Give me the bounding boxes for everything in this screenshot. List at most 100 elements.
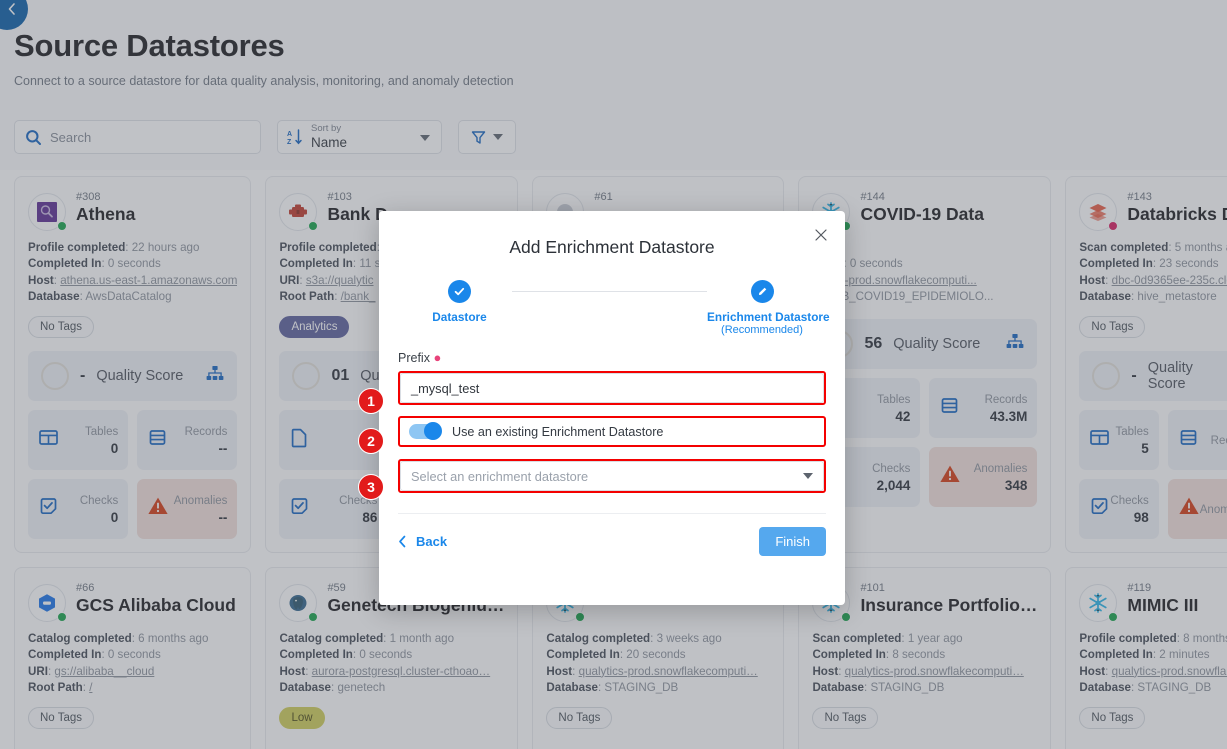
- datastore-card[interactable]: #308 Athena Profile completed: 22 hours …: [14, 176, 252, 553]
- existing-datastore-toggle[interactable]: [409, 422, 442, 440]
- stat-tile[interactable]: Records: [1167, 409, 1227, 470]
- records-icon: [939, 395, 960, 421]
- quality-score-panel[interactable]: - Quality Score: [1079, 350, 1227, 401]
- step-enrichment[interactable]: Enrichment Datastore (Recommended): [707, 280, 830, 336]
- card-meta-value: 0 seconds: [849, 257, 903, 271]
- modal-footer: Back Finish: [379, 514, 845, 556]
- stat-tile[interactable]: Anomalies 348: [929, 446, 1038, 507]
- card-meta-row: Host: qualytics-prod.snowflakecomputi…: [546, 664, 758, 678]
- filter-button[interactable]: [458, 120, 516, 154]
- stat-tile[interactable]: Records 43.3M: [929, 377, 1038, 438]
- datastore-card[interactable]: #119 MIMIC III Profile completed: 8 mont…: [1065, 566, 1227, 749]
- card-tag[interactable]: No Tags: [1079, 315, 1146, 338]
- card-tag[interactable]: No Tags: [812, 706, 879, 729]
- datastore-card[interactable]: #66 GCS Alibaba Cloud Catalog completed:…: [14, 566, 252, 749]
- step-enrichment-icon: [750, 280, 774, 303]
- card-meta-row: Host: aurora-postgresql.cluster-cthoao…: [279, 664, 491, 678]
- enrichment-datastore-select-placeholder: Select an enrichment datastore: [411, 468, 589, 484]
- card-tag[interactable]: No Tags: [546, 706, 613, 729]
- card-meta-key: Profile completed: [279, 241, 377, 254]
- avatar: [279, 583, 319, 622]
- card-title[interactable]: GCS Alibaba Cloud: [76, 595, 237, 617]
- records-icon: [1178, 427, 1199, 453]
- prefix-field-highlight: _mysql_test: [398, 371, 826, 405]
- card-meta-row: Catalog completed: 6 months ago: [28, 631, 209, 645]
- card-meta-key: Host: [28, 273, 54, 287]
- existing-datastore-toggle-row[interactable]: Use an existing Enrichment Datastore: [400, 418, 824, 445]
- card-meta-value: STAGING_DB: [870, 681, 945, 695]
- card-title[interactable]: Databricks DLT: [1127, 204, 1227, 226]
- card-meta-value[interactable]: dbc-0d9365ee-235c.clou...: [1112, 274, 1227, 287]
- card-header: #308 Athena: [28, 191, 237, 231]
- prefix-input[interactable]: _mysql_test: [400, 373, 824, 403]
- card-tag[interactable]: No Tags: [1079, 706, 1146, 729]
- step-datastore[interactable]: Datastore: [407, 280, 512, 324]
- card-meta: Catalog completed: 3 weeks ago Completed …: [546, 631, 770, 697]
- stat-tile-label: Checks: [872, 462, 911, 475]
- check-icon: [454, 287, 465, 296]
- chevron-left-icon: [399, 535, 406, 548]
- card-meta-key: Host: [1079, 664, 1106, 678]
- quality-score-panel[interactable]: - Quality Score: [28, 350, 238, 401]
- card-meta-value[interactable]: qualytics-prod.snowflake…: [1112, 665, 1227, 678]
- card-meta-value[interactable]: qualytics-prod.snowflakecomputi…: [845, 665, 1024, 678]
- search-input[interactable]: Search: [14, 120, 261, 154]
- stat-tile-value: 43.3M: [989, 408, 1028, 424]
- card-title[interactable]: MIMIC III: [1127, 595, 1227, 617]
- card-meta-value[interactable]: /bank_: [341, 290, 376, 303]
- finish-button[interactable]: Finish: [759, 527, 826, 556]
- card-id: #308: [76, 191, 101, 203]
- back-button-modal[interactable]: Back: [398, 534, 447, 549]
- checks-icon: [38, 496, 59, 522]
- stat-tile[interactable]: Checks 0: [28, 478, 129, 539]
- hierarchy-icon[interactable]: [206, 365, 224, 386]
- back-button[interactable]: [0, 0, 28, 30]
- sort-by-select[interactable]: A Z Sort by Name: [277, 120, 442, 154]
- table-icon: [1089, 427, 1110, 453]
- card-id: #119: [1127, 581, 1152, 594]
- card-meta-key: Completed In: [1079, 648, 1153, 662]
- annotation-badge-2: 2: [358, 428, 384, 454]
- card-meta-key: URI: [28, 664, 48, 678]
- quality-score-panel[interactable]: 56 Quality Score: [812, 318, 1038, 369]
- close-button[interactable]: [813, 227, 831, 245]
- stat-tile[interactable]: Anomalies --: [137, 478, 238, 539]
- stat-tile[interactable]: Anomalies: [1167, 478, 1227, 539]
- hierarchy-icon[interactable]: [1006, 333, 1024, 354]
- card-meta-value[interactable]: athena.us-east-1.amazonaws.com: [60, 274, 237, 287]
- card-meta-key: Host: [1079, 273, 1106, 287]
- stat-tile[interactable]: Tables 5: [1079, 409, 1159, 470]
- card-title[interactable]: COVID-19 Data: [860, 204, 1037, 226]
- card-meta-value[interactable]: s3a://qualytic: [306, 274, 374, 287]
- card-tag[interactable]: No Tags: [28, 706, 94, 729]
- stat-tile[interactable]: Records --: [137, 409, 238, 470]
- card-tag[interactable]: Analytics: [279, 315, 350, 338]
- card-id: #101: [860, 581, 885, 594]
- card-meta-row: Completed In: 20 seconds: [546, 648, 686, 662]
- back-label: Back: [416, 534, 448, 549]
- card-meta-row: Database: AwsDataCatalog: [28, 290, 172, 304]
- stat-tile[interactable]: Tables 0: [28, 409, 129, 470]
- quality-score-ring: [41, 361, 69, 390]
- stat-tile[interactable]: Checks 98: [1079, 478, 1159, 539]
- card-title[interactable]: Insurance Portfolio…: [860, 595, 1037, 617]
- enrichment-datastore-select[interactable]: Select an enrichment datastore: [400, 461, 824, 491]
- card-meta-value: 23 seconds: [1159, 257, 1219, 271]
- card-title[interactable]: Athena: [76, 204, 237, 226]
- card-meta-value[interactable]: qualytics-prod.snowflakecomputi…: [579, 665, 758, 678]
- card-meta-value[interactable]: gs://alibaba__cloud: [54, 665, 154, 678]
- card-tag[interactable]: No Tags: [28, 315, 94, 338]
- toolbar: Search A Z Sort by Name: [0, 112, 1227, 170]
- card-meta-value[interactable]: /: [89, 681, 92, 694]
- card-meta-key: Completed In: [1079, 257, 1153, 271]
- card-meta-value[interactable]: aurora-postgresql.cluster-cthoao…: [312, 665, 491, 678]
- quality-score-value: 01: [331, 366, 350, 384]
- stepper-connector: [512, 291, 707, 292]
- datastore-card[interactable]: #143 Databricks DLT Scan completed: 5 mo…: [1065, 176, 1227, 553]
- card-meta-row: Profile completed: 22 hours ago: [28, 241, 200, 254]
- card-meta-row: Completed In: 0 seconds: [28, 257, 161, 271]
- card-tag[interactable]: Low: [279, 706, 325, 729]
- card-meta-key: Profile completed: [28, 241, 126, 254]
- warning-icon: [1178, 496, 1200, 521]
- prefix-label-text: Prefix: [398, 351, 430, 365]
